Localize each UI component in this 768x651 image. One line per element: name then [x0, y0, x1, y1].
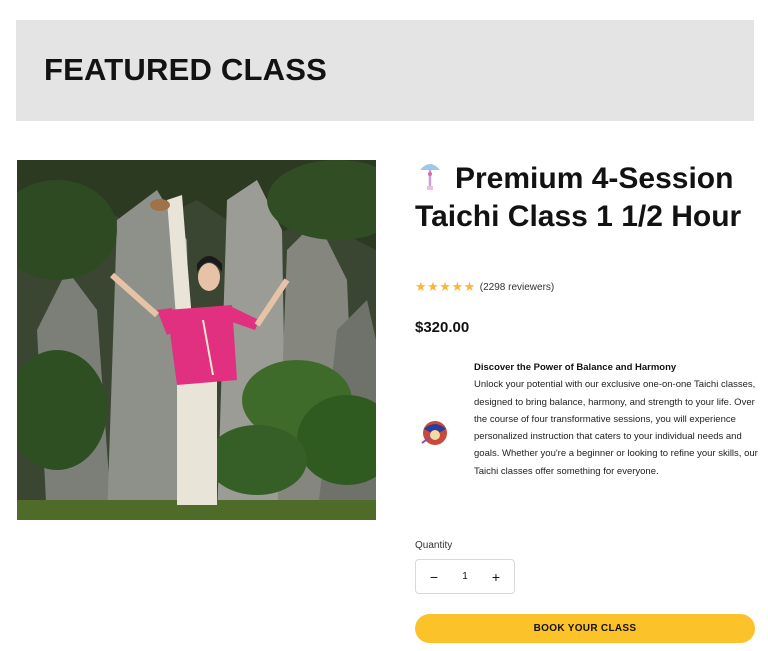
description-body: Unlock your potential with our exclusive…	[474, 379, 758, 477]
quantity-label: Quantity	[415, 540, 453, 551]
quantity-increase-button[interactable]: +	[489, 569, 503, 585]
star-rating-icon: ★★★★★	[415, 279, 476, 294]
product-title-block: Premium 4-Session Taichi Class 1 1/2 Hou…	[415, 160, 760, 236]
banner-title: FEATURED CLASS	[44, 52, 327, 87]
quantity-stepper: − 1 +	[415, 559, 515, 594]
quantity-value[interactable]: 1	[462, 571, 468, 582]
product-title: Premium 4-Session Taichi Class 1 1/2 Hou…	[415, 162, 742, 233]
product-info: Premium 4-Session Taichi Class 1 1/2 Hou…	[415, 160, 760, 643]
book-class-button[interactable]: BOOK YOUR CLASS	[415, 614, 755, 643]
rating[interactable]: ★★★★★ (2298 reviewers)	[415, 279, 554, 295]
product-description: Discover the Power of Balance and Harmon…	[474, 359, 759, 480]
tai-chi-fan-icon	[415, 160, 445, 192]
reviewers-count: (2298 reviewers)	[479, 281, 555, 293]
product-price: $320.00	[415, 319, 470, 336]
description-heading: Discover the Power of Balance and Harmon…	[474, 362, 677, 373]
featured-banner: FEATURED CLASS	[16, 20, 754, 121]
product-photo	[17, 160, 376, 520]
fan-emblem-icon	[418, 417, 450, 449]
quantity-decrease-button[interactable]: −	[427, 569, 441, 585]
